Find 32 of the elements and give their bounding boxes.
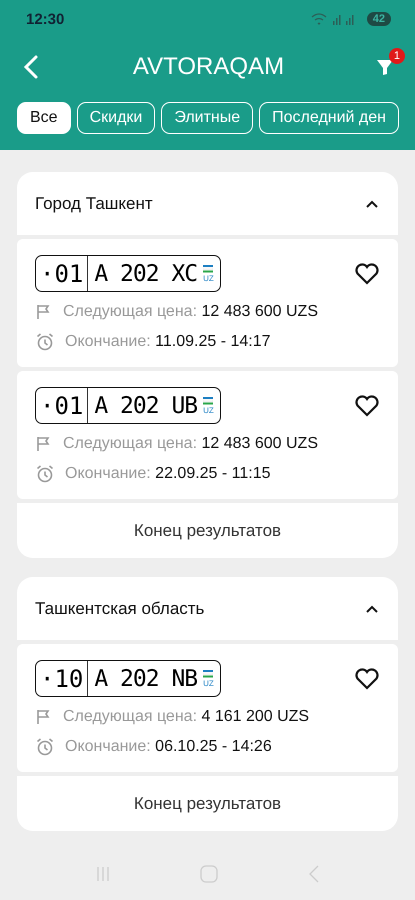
next-price: Следующая цена: 4 161 200 UZS: [63, 708, 310, 726]
alarm-clock-icon: [35, 737, 55, 757]
favorite-button[interactable]: [354, 262, 380, 286]
favorite-button[interactable]: [354, 394, 380, 418]
end-of-results-text: Конец результатов: [134, 520, 282, 540]
license-plate: ·01 A 202 XC UZ: [35, 255, 221, 292]
end-time: Окончание: 22.09.25 - 11:15: [65, 465, 271, 483]
lot-card[interactable]: ·01 A 202 UB UZ Следующая цена: 12 483 600 UZS Окончание: 22.09.25 - 11:15: [17, 371, 398, 499]
end-time: Окончание: 06.10.25 - 14:26: [65, 738, 272, 756]
next-price: Следующая цена: 12 483 600 UZS: [63, 303, 318, 321]
chevron-icon: [364, 198, 380, 208]
license-plate: ·10 A 202 NB UZ: [35, 660, 221, 697]
lot-card[interactable]: ·01 A 202 XC UZ Следующая цена: 12 483 600 UZS Окончание: 11.09.25 - 14:17: [17, 239, 398, 367]
flag-stripes-icon: [203, 396, 214, 404]
flag-stripes-icon: [203, 670, 214, 678]
lot-card[interactable]: ·10 A 202 NB UZ Следующая цена: 4 161 200 UZS Окончание: 06.10.25 - 14:26: [17, 644, 398, 772]
flag-stripes-icon: [203, 264, 214, 272]
section-header[interactable]: Ташкентская область: [17, 577, 398, 640]
next-price: Следующая цена: 12 483 600 UZS: [63, 435, 318, 453]
chevron-icon: [364, 604, 380, 614]
section-header[interactable]: Город Ташкент: [17, 172, 398, 235]
app-title: AVTORAQAM: [132, 53, 284, 81]
filter-tab[interactable]: Все: [17, 102, 71, 134]
favorite-button[interactable]: [354, 666, 380, 690]
alarm-clock-icon: [35, 464, 55, 484]
battery-level: 42: [366, 12, 391, 26]
end-of-results-text: Конец результатов: [134, 794, 282, 814]
alarm-clock-icon: [35, 332, 55, 352]
notification-badge: 1: [388, 48, 405, 64]
end-time: Окончание: 11.09.25 - 14:17: [65, 333, 271, 351]
license-plate: ·01 A 202 UB UZ: [35, 387, 221, 424]
status-time: 12:30: [26, 10, 64, 28]
